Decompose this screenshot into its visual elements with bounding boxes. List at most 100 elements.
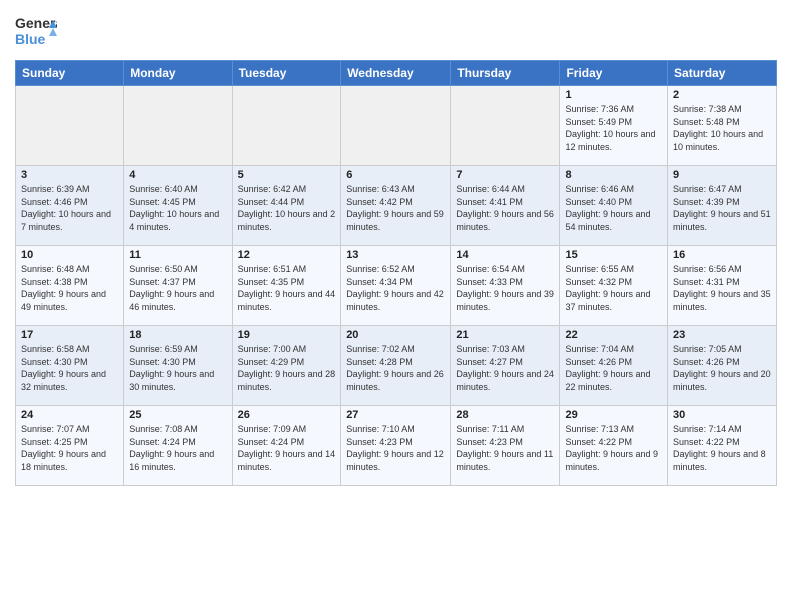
page: General Blue Sunday Monday Tuesday Wedne…	[0, 0, 792, 612]
calendar-cell: 5 Sunrise: 6:42 AM Sunset: 4:44 PM Daylig…	[232, 166, 341, 246]
day-number: 25	[129, 409, 226, 421]
calendar-cell	[451, 86, 560, 166]
calendar-week-4: 24 Sunrise: 7:07 AM Sunset: 4:25 PM Dayli…	[16, 406, 777, 486]
header: General Blue	[15, 10, 777, 52]
day-number: 3	[21, 169, 118, 181]
logo: General Blue	[15, 10, 57, 52]
day-number: 10	[21, 249, 118, 261]
calendar-cell: 1 Sunrise: 7:36 AM Sunset: 5:49 PM Daylig…	[560, 86, 668, 166]
day-number: 16	[673, 249, 771, 261]
day-info: Sunrise: 7:10 AM Sunset: 4:23 PM Dayligh…	[346, 423, 445, 473]
calendar-cell: 2 Sunrise: 7:38 AM Sunset: 5:48 PM Daylig…	[668, 86, 777, 166]
calendar-cell: 9 Sunrise: 6:47 AM Sunset: 4:39 PM Daylig…	[668, 166, 777, 246]
calendar-cell: 15 Sunrise: 6:55 AM Sunset: 4:32 PM Dayli…	[560, 246, 668, 326]
header-monday: Monday	[124, 61, 232, 86]
calendar-cell: 24 Sunrise: 7:07 AM Sunset: 4:25 PM Dayli…	[16, 406, 124, 486]
day-info: Sunrise: 7:02 AM Sunset: 4:28 PM Dayligh…	[346, 343, 445, 393]
day-number: 27	[346, 409, 445, 421]
calendar-cell: 14Sunrise: 6:54 AM Sunset: 4:33 PM Dayli…	[451, 246, 560, 326]
day-info: Sunrise: 6:48 AM Sunset: 4:38 PM Dayligh…	[21, 263, 118, 313]
calendar-cell	[124, 86, 232, 166]
day-number: 7	[456, 169, 554, 181]
day-info: Sunrise: 7:14 AM Sunset: 4:22 PM Dayligh…	[673, 423, 771, 473]
calendar-cell	[341, 86, 451, 166]
day-info: Sunrise: 7:05 AM Sunset: 4:26 PM Dayligh…	[673, 343, 771, 393]
calendar-table: Sunday Monday Tuesday Wednesday Thursday…	[15, 60, 777, 486]
day-info: Sunrise: 7:03 AM Sunset: 4:27 PM Dayligh…	[456, 343, 554, 393]
day-info: Sunrise: 6:50 AM Sunset: 4:37 PM Dayligh…	[129, 263, 226, 313]
day-info: Sunrise: 7:09 AM Sunset: 4:24 PM Dayligh…	[238, 423, 336, 473]
day-info: Sunrise: 6:43 AM Sunset: 4:42 PM Dayligh…	[346, 183, 445, 233]
day-number: 9	[673, 169, 771, 181]
day-info: Sunrise: 7:07 AM Sunset: 4:25 PM Dayligh…	[21, 423, 118, 473]
day-number: 22	[565, 329, 662, 341]
svg-text:Blue: Blue	[15, 31, 46, 47]
day-info: Sunrise: 7:04 AM Sunset: 4:26 PM Dayligh…	[565, 343, 662, 393]
logo-icon: General Blue	[15, 10, 57, 52]
calendar-cell	[16, 86, 124, 166]
day-number: 29	[565, 409, 662, 421]
calendar-cell: 23Sunrise: 7:05 AM Sunset: 4:26 PM Dayli…	[668, 326, 777, 406]
calendar-cell: 22 Sunrise: 7:04 AM Sunset: 4:26 PM Dayli…	[560, 326, 668, 406]
calendar-week-1: 3Sunrise: 6:39 AM Sunset: 4:46 PM Daylig…	[16, 166, 777, 246]
day-number: 5	[238, 169, 336, 181]
day-number: 26	[238, 409, 336, 421]
day-number: 21	[456, 329, 554, 341]
day-info: Sunrise: 7:13 AM Sunset: 4:22 PM Dayligh…	[565, 423, 662, 473]
calendar-cell: 4 Sunrise: 6:40 AM Sunset: 4:45 PM Daylig…	[124, 166, 232, 246]
day-number: 14	[456, 249, 554, 261]
day-number: 4	[129, 169, 226, 181]
day-info: Sunrise: 7:08 AM Sunset: 4:24 PM Dayligh…	[129, 423, 226, 473]
day-info: Sunrise: 6:40 AM Sunset: 4:45 PM Dayligh…	[129, 183, 226, 233]
day-number: 13	[346, 249, 445, 261]
day-number: 2	[673, 89, 771, 101]
day-number: 19	[238, 329, 336, 341]
calendar-header: Sunday Monday Tuesday Wednesday Thursday…	[16, 61, 777, 86]
day-info: Sunrise: 6:52 AM Sunset: 4:34 PM Dayligh…	[346, 263, 445, 313]
day-info: Sunrise: 6:42 AM Sunset: 4:44 PM Dayligh…	[238, 183, 336, 233]
day-number: 17	[21, 329, 118, 341]
svg-text:General: General	[15, 15, 57, 31]
day-info: Sunrise: 7:38 AM Sunset: 5:48 PM Dayligh…	[673, 103, 771, 153]
day-info: Sunrise: 6:55 AM Sunset: 4:32 PM Dayligh…	[565, 263, 662, 313]
calendar-cell: 19Sunrise: 7:00 AM Sunset: 4:29 PM Dayli…	[232, 326, 341, 406]
day-info: Sunrise: 6:44 AM Sunset: 4:41 PM Dayligh…	[456, 183, 554, 233]
calendar-cell: 11 Sunrise: 6:50 AM Sunset: 4:37 PM Dayli…	[124, 246, 232, 326]
header-sunday: Sunday	[16, 61, 124, 86]
calendar-cell: 13 Sunrise: 6:52 AM Sunset: 4:34 PM Dayli…	[341, 246, 451, 326]
header-wednesday: Wednesday	[341, 61, 451, 86]
day-number: 24	[21, 409, 118, 421]
day-number: 11	[129, 249, 226, 261]
calendar-cell: 27 Sunrise: 7:10 AM Sunset: 4:23 PM Dayli…	[341, 406, 451, 486]
day-info: Sunrise: 7:11 AM Sunset: 4:23 PM Dayligh…	[456, 423, 554, 473]
calendar-cell: 17Sunrise: 6:58 AM Sunset: 4:30 PM Dayli…	[16, 326, 124, 406]
day-number: 6	[346, 169, 445, 181]
day-info: Sunrise: 6:59 AM Sunset: 4:30 PM Dayligh…	[129, 343, 226, 393]
calendar-cell: 7 Sunrise: 6:44 AM Sunset: 4:41 PM Daylig…	[451, 166, 560, 246]
calendar-cell: 16 Sunrise: 6:56 AM Sunset: 4:31 PM Dayli…	[668, 246, 777, 326]
day-info: Sunrise: 6:46 AM Sunset: 4:40 PM Dayligh…	[565, 183, 662, 233]
calendar-body: 1 Sunrise: 7:36 AM Sunset: 5:49 PM Daylig…	[16, 86, 777, 486]
day-number: 12	[238, 249, 336, 261]
day-number: 20	[346, 329, 445, 341]
calendar-cell: 21 Sunrise: 7:03 AM Sunset: 4:27 PM Dayli…	[451, 326, 560, 406]
calendar-cell: 28Sunrise: 7:11 AM Sunset: 4:23 PM Dayli…	[451, 406, 560, 486]
calendar-week-0: 1 Sunrise: 7:36 AM Sunset: 5:49 PM Daylig…	[16, 86, 777, 166]
calendar-week-3: 17Sunrise: 6:58 AM Sunset: 4:30 PM Dayli…	[16, 326, 777, 406]
day-number: 1	[565, 89, 662, 101]
day-info: Sunrise: 7:36 AM Sunset: 5:49 PM Dayligh…	[565, 103, 662, 153]
calendar-cell: 20 Sunrise: 7:02 AM Sunset: 4:28 PM Dayli…	[341, 326, 451, 406]
calendar-cell: 8Sunrise: 6:46 AM Sunset: 4:40 PM Daylig…	[560, 166, 668, 246]
day-number: 30	[673, 409, 771, 421]
day-number: 15	[565, 249, 662, 261]
calendar-cell: 18 Sunrise: 6:59 AM Sunset: 4:30 PM Dayli…	[124, 326, 232, 406]
calendar-cell: 30 Sunrise: 7:14 AM Sunset: 4:22 PM Dayli…	[668, 406, 777, 486]
calendar-cell: 29 Sunrise: 7:13 AM Sunset: 4:22 PM Dayli…	[560, 406, 668, 486]
calendar-cell: 12 Sunrise: 6:51 AM Sunset: 4:35 PM Dayli…	[232, 246, 341, 326]
day-info: Sunrise: 6:56 AM Sunset: 4:31 PM Dayligh…	[673, 263, 771, 313]
day-info: Sunrise: 6:51 AM Sunset: 4:35 PM Dayligh…	[238, 263, 336, 313]
calendar-cell: 6 Sunrise: 6:43 AM Sunset: 4:42 PM Daylig…	[341, 166, 451, 246]
day-info: Sunrise: 6:47 AM Sunset: 4:39 PM Dayligh…	[673, 183, 771, 233]
calendar-cell: 3Sunrise: 6:39 AM Sunset: 4:46 PM Daylig…	[16, 166, 124, 246]
day-number: 18	[129, 329, 226, 341]
